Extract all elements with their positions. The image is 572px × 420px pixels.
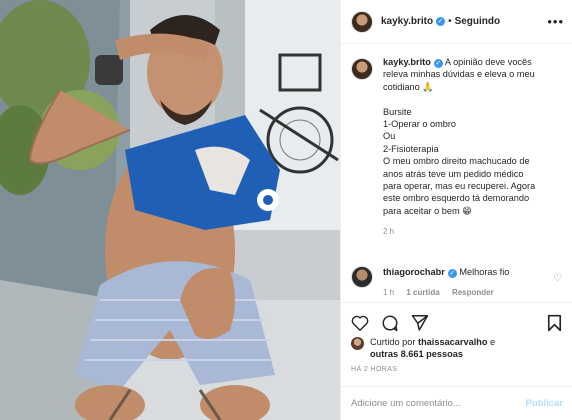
header-username[interactable]: kayky.brito <box>381 16 433 27</box>
likes-connector: e <box>490 337 496 347</box>
comment-icon[interactable] <box>379 312 401 334</box>
caption-line: Bursite <box>383 106 412 117</box>
comment-heart-icon[interactable]: ♡ <box>553 273 562 284</box>
post-photo[interactable] <box>0 0 340 420</box>
caption-line: A opinião deve vocês <box>444 57 532 67</box>
likes-prefix: Curtido por <box>370 337 416 347</box>
verified-icon: ✓ <box>447 269 457 278</box>
likes-summary: Curtido por thaissacarvalho e outras 8.6… <box>351 336 566 361</box>
comment-input[interactable]: Adicione um comentário... <box>351 398 526 409</box>
avatar[interactable] <box>351 58 373 80</box>
separator-dot: • <box>448 16 452 27</box>
caption-line: releva minhas dúvidas e eleva o meu <box>383 69 535 80</box>
publish-button[interactable]: Publicar <box>526 398 564 409</box>
caption-text: kayky.brito ✓ A opinião deve vocês releva… <box>383 56 563 217</box>
likes-others[interactable]: outras 8.661 pessoas <box>370 349 463 359</box>
caption-line: 2-Fisioterapia <box>383 143 439 154</box>
comment-likes[interactable]: 1 curtida <box>406 288 439 297</box>
following-button[interactable]: Seguindo <box>455 16 501 27</box>
heart-icon[interactable] <box>349 312 371 334</box>
avatar[interactable] <box>351 10 373 33</box>
caption-line <box>383 93 563 105</box>
likes-user[interactable]: thaissacarvalho <box>418 337 487 347</box>
post-image <box>0 0 340 420</box>
caption-line: anos atrás teve um pedido médico <box>383 168 524 179</box>
reply-button[interactable]: Responder <box>452 288 494 297</box>
bookmark-icon[interactable] <box>543 312 565 334</box>
comment-body: Melhoras fio <box>459 267 510 277</box>
caption-line: cotidiano 🙏 <box>383 81 434 92</box>
caption-line: este ombro esquerdo tá demorando <box>383 193 530 204</box>
share-icon[interactable] <box>409 312 431 334</box>
comment-text: thiagorochabr ✓ Melhoras fio <box>383 266 553 278</box>
caption-line: Ou <box>383 131 396 142</box>
caption-line: para operar, mas eu recuperei. Agora <box>383 181 536 192</box>
comment-item: thiagorochabr ✓ Melhoras fio 1 h 1 curtid… <box>351 266 566 297</box>
add-comment-bar: Adicione um comentário... Publicar <box>341 386 572 420</box>
comment-meta: 1 h 1 curtida Responder <box>383 288 553 297</box>
likes-text: Curtido por thaissacarvalho e outras 8.6… <box>370 336 495 361</box>
caption-time[interactable]: 2 h <box>383 227 563 236</box>
avatar[interactable] <box>351 266 373 288</box>
comments-section: kayky.brito ✓ A opinião deve vocês releva… <box>341 56 572 236</box>
avatar[interactable] <box>351 337 364 350</box>
caption: kayky.brito ✓ A opinião deve vocês releva… <box>351 56 563 236</box>
verified-icon: ✓ <box>436 17 446 26</box>
post-header: kayky.brito ✓ • Seguindo ••• <box>341 0 572 44</box>
caption-username[interactable]: kayky.brito <box>383 57 431 67</box>
caption-line: 1-Operar o ombro <box>383 119 457 130</box>
post-timestamp[interactable]: HÁ 2 HORAS <box>351 366 397 373</box>
verified-icon: ✓ <box>433 59 443 68</box>
post-sidebar: kayky.brito ✓ • Seguindo ••• kayky.brito… <box>340 0 572 420</box>
caption-line: para aceitar o bem 😁 <box>383 205 472 216</box>
comment-time[interactable]: 1 h <box>383 288 394 297</box>
caption-line: O meu ombro direito machucado de <box>383 156 530 167</box>
more-options-icon[interactable]: ••• <box>547 14 564 29</box>
comment-username[interactable]: thiagorochabr <box>383 267 445 277</box>
